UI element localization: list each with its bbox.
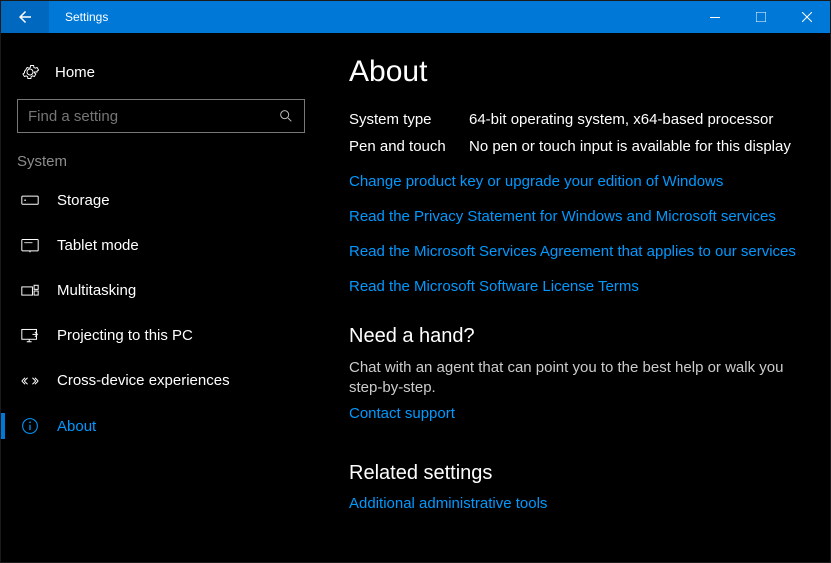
info-row-pen-touch: Pen and touch No pen or touch input is a… [349, 138, 802, 155]
sidebar-item-label: Multitasking [41, 282, 136, 299]
close-button[interactable] [784, 1, 830, 33]
home-button[interactable]: Home [1, 53, 321, 99]
back-button[interactable] [1, 1, 49, 33]
gear-icon [21, 63, 41, 81]
sidebar-item-tablet-mode[interactable]: Tablet mode [1, 223, 321, 268]
sidebar-item-label: Tablet mode [41, 237, 139, 254]
arrow-left-icon [16, 8, 34, 26]
search-box[interactable] [17, 99, 305, 133]
sidebar-item-about[interactable]: About [1, 403, 321, 449]
link-admin-tools[interactable]: Additional administrative tools [349, 495, 802, 512]
search-wrapper [1, 99, 321, 153]
tablet-icon [21, 238, 41, 254]
storage-icon [21, 194, 41, 208]
multitasking-icon [21, 284, 41, 298]
close-icon [802, 12, 812, 22]
help-heading: Need a hand? [349, 325, 802, 348]
sidebar-item-multitasking[interactable]: Multitasking [1, 268, 321, 313]
sidebar-item-projecting[interactable]: Projecting to this PC [1, 313, 321, 358]
window-controls [692, 1, 830, 33]
home-label: Home [41, 64, 95, 81]
related-heading: Related settings [349, 462, 802, 485]
sidebar-item-storage[interactable]: Storage [1, 178, 321, 223]
link-change-product-key[interactable]: Change product key or upgrade your editi… [349, 173, 802, 190]
titlebar: Settings [1, 1, 830, 33]
maximize-icon [756, 12, 766, 22]
sidebar-item-label: Projecting to this PC [41, 327, 193, 344]
cross-device-icon [21, 373, 41, 389]
info-value: No pen or touch input is available for t… [469, 138, 802, 155]
sidebar-item-label: Storage [41, 192, 110, 209]
content-pane: About System type 64-bit operating syste… [321, 33, 830, 562]
search-icon [278, 108, 294, 124]
minimize-button[interactable] [692, 1, 738, 33]
sidebar-item-label: About [41, 418, 96, 435]
minimize-icon [710, 12, 720, 22]
info-key: System type [349, 111, 469, 128]
info-value: 64-bit operating system, x64-based proce… [469, 111, 802, 128]
info-icon [21, 417, 41, 435]
link-contact-support[interactable]: Contact support [349, 405, 802, 422]
projecting-icon [21, 328, 41, 344]
sidebar-item-label: Cross-device experiences [41, 372, 230, 389]
info-key: Pen and touch [349, 138, 469, 155]
link-license-terms[interactable]: Read the Microsoft Software License Term… [349, 278, 802, 295]
search-input[interactable] [28, 108, 278, 125]
link-privacy-statement[interactable]: Read the Privacy Statement for Windows a… [349, 208, 802, 225]
info-row-system-type: System type 64-bit operating system, x64… [349, 111, 802, 128]
sidebar-item-cross-device[interactable]: Cross-device experiences [1, 358, 321, 403]
maximize-button[interactable] [738, 1, 784, 33]
sidebar-section-label: System [1, 153, 321, 178]
window-title: Settings [49, 10, 692, 24]
help-body: Chat with an agent that can point you to… [349, 358, 802, 399]
link-services-agreement[interactable]: Read the Microsoft Services Agreement th… [349, 243, 802, 260]
page-title: About [349, 55, 802, 89]
sidebar: Home System Storage [1, 33, 321, 562]
